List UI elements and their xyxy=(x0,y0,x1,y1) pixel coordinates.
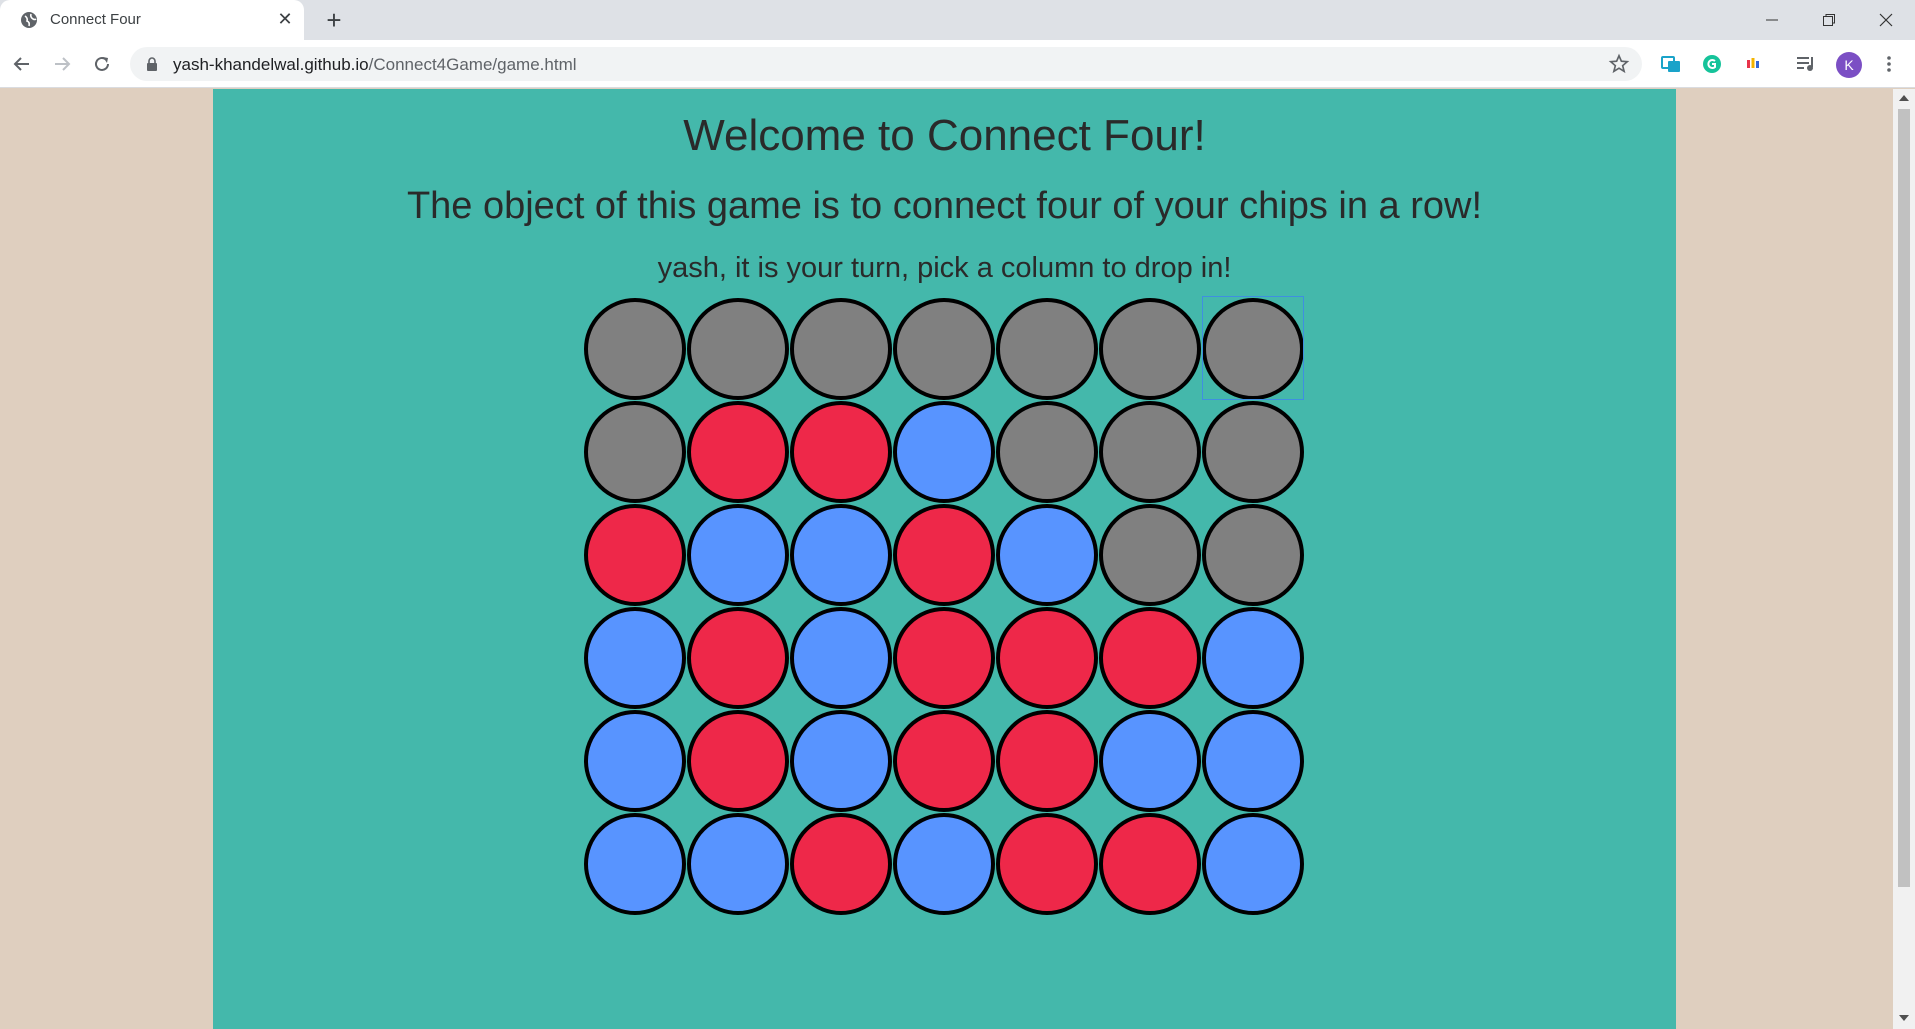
board-slot-r2-c6[interactable] xyxy=(1099,401,1201,503)
board-slot-r5-c3[interactable] xyxy=(790,710,892,812)
board-slot-r4-c6[interactable] xyxy=(1099,607,1201,709)
board-slot-r3-c3[interactable] xyxy=(790,504,892,606)
board-slot-r6-c6[interactable] xyxy=(1099,813,1201,915)
board-slot-r3-c5[interactable] xyxy=(996,504,1098,606)
page-title: Welcome to Connect Four! xyxy=(683,111,1206,160)
board-slot-r5-c1[interactable] xyxy=(584,710,686,812)
restore-button[interactable] xyxy=(1800,0,1858,40)
scroll-thumb[interactable] xyxy=(1898,109,1910,887)
extension-grammarly-icon[interactable] xyxy=(1700,52,1724,76)
menu-kebab-icon[interactable] xyxy=(1877,52,1901,76)
game-board xyxy=(584,296,1306,916)
browser-tab[interactable]: Connect Four ✕ xyxy=(0,0,304,40)
board-slot-r4-c2[interactable] xyxy=(687,607,789,709)
profile-avatar[interactable]: K xyxy=(1836,52,1862,78)
game-objective: The object of this game is to connect fo… xyxy=(406,185,1483,227)
close-icon xyxy=(1879,13,1893,27)
board-slot-r6-c1[interactable] xyxy=(584,813,686,915)
arrow-right-icon xyxy=(55,57,71,71)
new-tab-button[interactable]: + xyxy=(320,6,348,34)
board-slot-r2-c4[interactable] xyxy=(893,401,995,503)
board-slot-r1-c5[interactable] xyxy=(996,298,1098,400)
board-slot-r4-c5[interactable] xyxy=(996,607,1098,709)
forward-button[interactable] xyxy=(48,50,76,78)
board-slot-r4-c3[interactable] xyxy=(790,607,892,709)
board-slot-r2-c3[interactable] xyxy=(790,401,892,503)
board-slot-r6-c7[interactable] xyxy=(1202,813,1304,915)
board-slot-r3-c2[interactable] xyxy=(687,504,789,606)
board-slot-r2-c2[interactable] xyxy=(687,401,789,503)
tab-strip: Connect Four ✕ + xyxy=(0,0,1915,40)
minimize-icon xyxy=(1766,19,1778,21)
board-slot-r4-c4[interactable] xyxy=(893,607,995,709)
close-window-button[interactable] xyxy=(1857,0,1915,40)
lock-icon xyxy=(147,57,157,71)
reload-button[interactable] xyxy=(88,50,116,78)
bookmark-star-icon[interactable] xyxy=(1608,53,1630,75)
board-slot-r5-c2[interactable] xyxy=(687,710,789,812)
board-slot-r1-c4[interactable] xyxy=(893,298,995,400)
board-slot-r1-c6[interactable] xyxy=(1099,298,1201,400)
minimize-button[interactable] xyxy=(1743,0,1801,40)
board-slot-r3-c1[interactable] xyxy=(584,504,686,606)
close-tab-icon[interactable]: ✕ xyxy=(274,8,296,30)
arrow-left-icon xyxy=(13,57,29,71)
vertical-scrollbar[interactable] xyxy=(1893,89,1915,1029)
board-slot-r5-c5[interactable] xyxy=(996,710,1098,812)
url-text: yash-khandelwal.github.io/Connect4Game/g… xyxy=(173,55,577,75)
board-slot-r6-c5[interactable] xyxy=(996,813,1098,915)
page-viewport: Welcome to Connect Four! The object of t… xyxy=(0,89,1893,1029)
scroll-up-arrow-icon[interactable] xyxy=(1899,95,1909,101)
board-slot-r6-c4[interactable] xyxy=(893,813,995,915)
extension-bars-icon[interactable] xyxy=(1741,52,1765,76)
globe-icon xyxy=(21,12,37,28)
board-slot-r2-c5[interactable] xyxy=(996,401,1098,503)
board-slot-r6-c2[interactable] xyxy=(687,813,789,915)
board-slot-r1-c2[interactable] xyxy=(687,298,789,400)
address-bar[interactable]: yash-khandelwal.github.io/Connect4Game/g… xyxy=(130,47,1642,81)
board-slot-r5-c4[interactable] xyxy=(893,710,995,812)
board-slot-r1-c7[interactable] xyxy=(1202,298,1304,400)
board-slot-r1-c3[interactable] xyxy=(790,298,892,400)
browser-toolbar: yash-khandelwal.github.io/Connect4Game/g… xyxy=(0,40,1915,88)
url-path: /Connect4Game/game.html xyxy=(368,55,577,74)
board-slot-r2-c1[interactable] xyxy=(584,401,686,503)
extension-translate-icon[interactable] xyxy=(1659,52,1683,76)
url-host: yash-khandelwal.github.io xyxy=(173,55,369,74)
board-slot-r3-c6[interactable] xyxy=(1099,504,1201,606)
turn-message: yash, it is your turn, pick a column to … xyxy=(657,252,1232,284)
restore-icon xyxy=(1823,14,1835,26)
media-control-icon[interactable] xyxy=(1794,52,1818,76)
board-slot-r5-c6[interactable] xyxy=(1099,710,1201,812)
tab-title: Connect Four xyxy=(50,11,141,28)
board-slot-r4-c1[interactable] xyxy=(584,607,686,709)
board-slot-r5-c7[interactable] xyxy=(1202,710,1304,812)
back-button[interactable] xyxy=(8,50,36,78)
board-slot-r3-c4[interactable] xyxy=(893,504,995,606)
board-slot-r4-c7[interactable] xyxy=(1202,607,1304,709)
board-slot-r6-c3[interactable] xyxy=(790,813,892,915)
board-slot-r3-c7[interactable] xyxy=(1202,504,1304,606)
scroll-down-arrow-icon[interactable] xyxy=(1899,1015,1909,1021)
reload-icon xyxy=(95,56,109,71)
board-slot-r1-c1[interactable] xyxy=(584,298,686,400)
board-slot-r2-c7[interactable] xyxy=(1202,401,1304,503)
game-container: Welcome to Connect Four! The object of t… xyxy=(213,89,1676,1029)
